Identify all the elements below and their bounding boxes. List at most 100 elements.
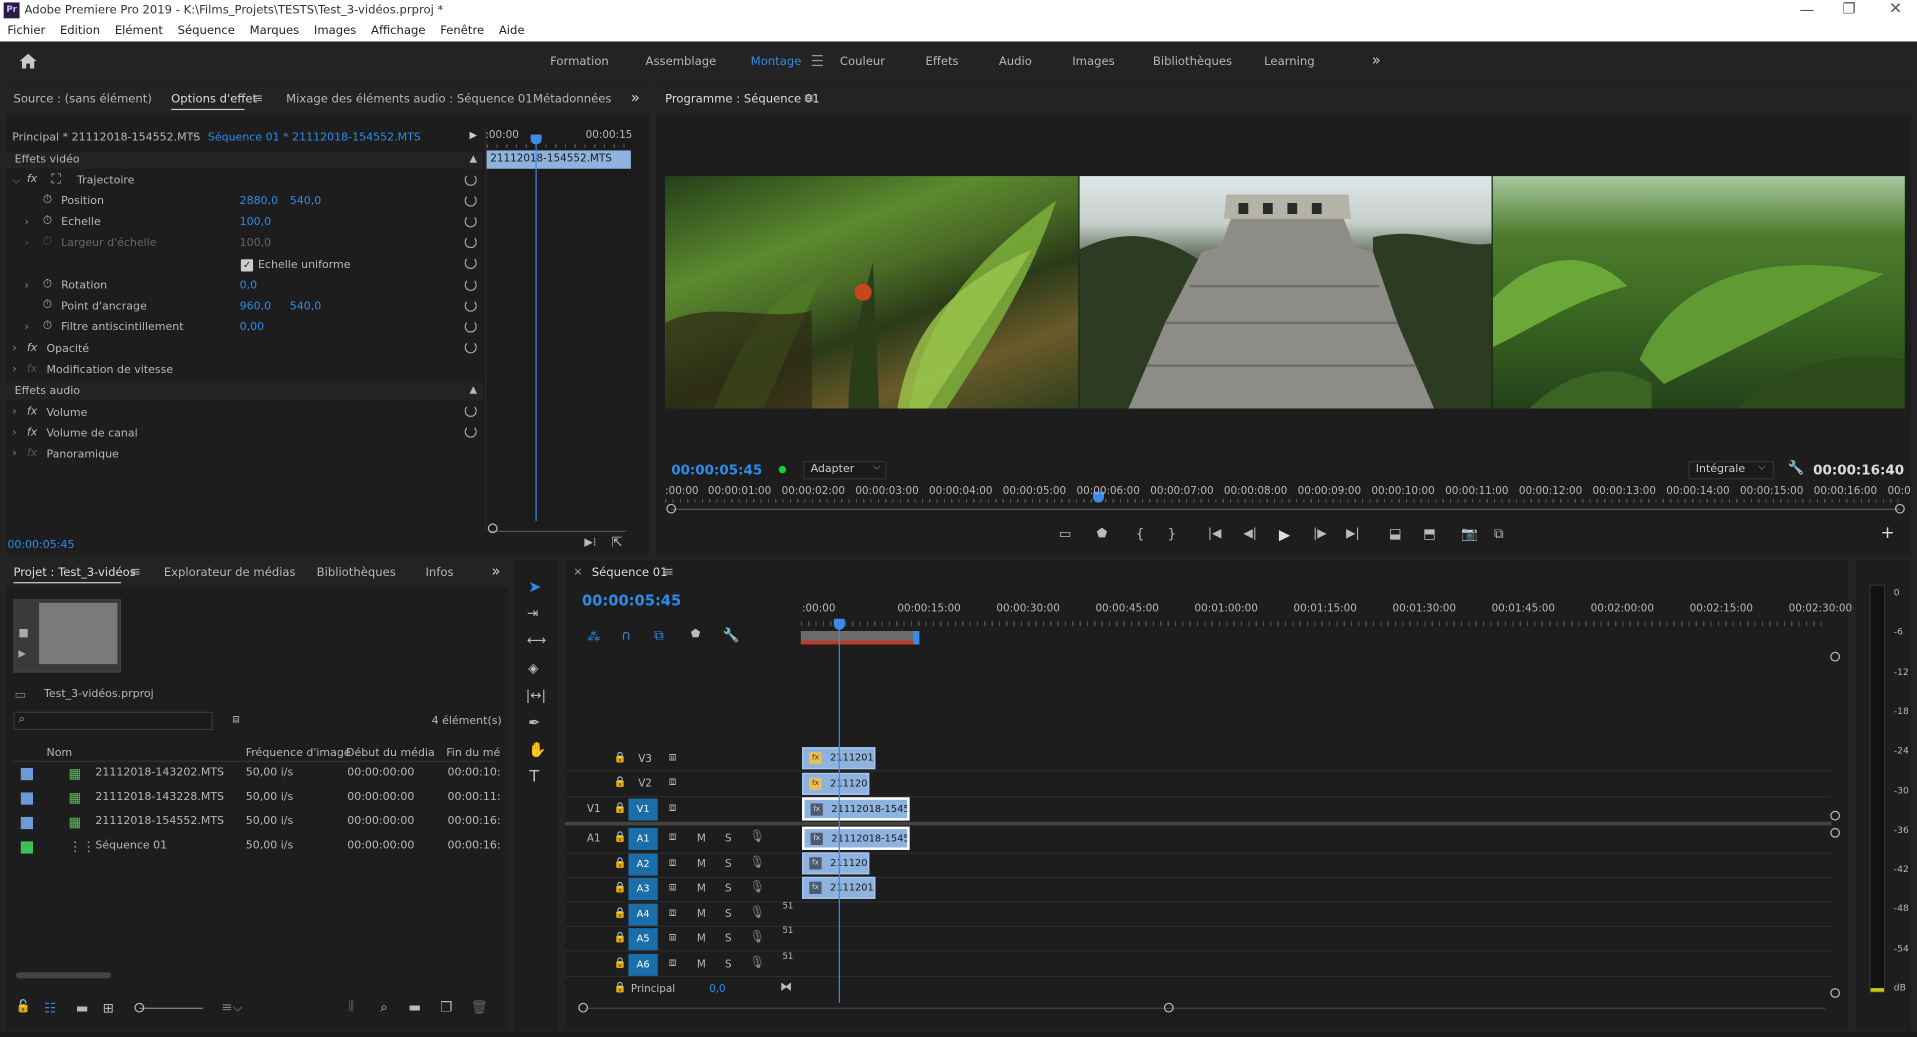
workspace-montage-menu-icon[interactable] xyxy=(811,55,823,67)
project-item-name[interactable]: 21112018-143228.MTS xyxy=(95,791,224,803)
fx-badge-icon[interactable]: fx xyxy=(27,406,37,418)
extract-icon[interactable]: ⬒ xyxy=(1423,526,1436,542)
tab-effect-options-menu-icon[interactable]: ≡ xyxy=(252,90,263,106)
selection-tool-icon[interactable]: ➤ xyxy=(528,578,541,596)
fx-badge-icon[interactable]: fx xyxy=(27,174,37,186)
toggle-output-icon[interactable]: ⧈ xyxy=(669,931,677,944)
razor-tool-icon[interactable]: ◈ xyxy=(528,660,538,676)
add-marker-icon[interactable]: ⬟ xyxy=(691,629,701,641)
stopwatch-icon[interactable]: ⏱ xyxy=(43,298,53,311)
lock-icon[interactable]: 🔒 xyxy=(614,957,627,969)
clip-v2[interactable]: fx 2111201 xyxy=(802,772,870,795)
toggle-output-icon[interactable]: ⧈ xyxy=(669,956,677,969)
lock-icon[interactable]: 🔒 xyxy=(614,777,627,789)
menu-aide[interactable]: Aide xyxy=(499,24,525,39)
mute-button[interactable]: M xyxy=(697,958,706,970)
stopwatch-icon[interactable]: ⏱ xyxy=(43,193,53,206)
param-position-y[interactable]: 540,0 xyxy=(290,196,322,208)
ripple-edit-tool-icon[interactable]: ⟷ xyxy=(527,632,546,648)
lock-icon[interactable]: 🔒 xyxy=(614,932,627,944)
microphone-icon[interactable]: 🎙 xyxy=(749,956,765,969)
lock-icon[interactable]: 🔒 xyxy=(614,907,627,919)
clip-a1[interactable]: fx 21112018-154552 xyxy=(802,826,910,850)
menu-fenetre[interactable]: Fenêtre xyxy=(440,24,484,39)
step-forward-icon[interactable]: |▶ xyxy=(1313,527,1327,540)
track-v3-label[interactable]: V3 xyxy=(638,753,652,765)
home-icon[interactable] xyxy=(18,53,38,70)
toggle-output-icon[interactable]: ⧈ xyxy=(669,775,677,788)
work-area-end-handle[interactable] xyxy=(913,631,920,645)
timeline-menu-icon[interactable]: ≡ xyxy=(663,564,674,580)
microphone-icon[interactable]: 🎙 xyxy=(749,855,765,868)
expand-chevron-icon[interactable]: › xyxy=(12,427,16,439)
col-name[interactable]: Nom xyxy=(46,747,72,759)
scroll-handle[interactable] xyxy=(1830,827,1841,838)
close-button[interactable]: ✕ xyxy=(1889,0,1902,18)
reset-icon[interactable] xyxy=(464,404,477,418)
mute-button[interactable]: M xyxy=(697,883,706,895)
insert-sequence-icon[interactable]: ⧉ xyxy=(654,627,664,644)
linked-selection-icon[interactable]: ∩ xyxy=(621,627,631,643)
workspace-formation[interactable]: Formation xyxy=(550,55,609,68)
scroll-handle[interactable] xyxy=(487,523,498,534)
param-position-x[interactable]: 2880,0 xyxy=(240,196,279,208)
type-tool-icon[interactable]: T xyxy=(529,768,539,786)
sort-icon[interactable]: ≡⌵ xyxy=(221,999,242,1016)
solo-button[interactable]: S xyxy=(725,858,732,870)
solo-button[interactable]: S xyxy=(725,908,732,920)
workspace-bibliotheques[interactable]: Bibliothèques xyxy=(1153,55,1232,68)
track-a6-label[interactable]: A6 xyxy=(628,953,658,976)
timeline-playhead-handle[interactable] xyxy=(833,618,845,630)
expand-chevron-icon[interactable]: › xyxy=(12,342,16,354)
add-button-icon[interactable]: + xyxy=(1880,523,1894,543)
lock-icon[interactable]: 🔒 xyxy=(614,882,627,894)
program-monitor-title[interactable]: Programme : Séquence 01 xyxy=(665,93,820,106)
toggle-output-icon[interactable]: ⧈ xyxy=(669,906,677,919)
scroll-handle[interactable] xyxy=(1163,1002,1174,1013)
microphone-icon[interactable]: 🎙 xyxy=(749,880,765,893)
go-to-end-icon[interactable]: ⧓ xyxy=(780,981,792,994)
tab-libraries[interactable]: Bibliothèques xyxy=(317,566,396,579)
expand-chevron-icon[interactable]: › xyxy=(12,406,16,418)
tab-media-browser[interactable]: Explorateur de médias xyxy=(164,566,296,579)
reset-icon[interactable] xyxy=(464,256,477,270)
play-only-icon[interactable]: ▶ xyxy=(469,130,477,141)
scroll-handle[interactable] xyxy=(1830,988,1841,998)
clip-a2[interactable]: fx 2111201 xyxy=(802,852,870,875)
reset-icon[interactable] xyxy=(464,341,477,354)
project-item-name[interactable]: Séquence 01 xyxy=(95,840,167,852)
param-rotation-value[interactable]: 0,0 xyxy=(240,280,258,292)
safe-margins-icon[interactable]: ▭ xyxy=(1059,526,1072,542)
new-item-icon[interactable]: ❒ xyxy=(440,999,452,1015)
stopwatch-icon[interactable]: ⏱ xyxy=(43,278,53,291)
add-marker-icon[interactable]: ⬟ xyxy=(1097,527,1108,540)
mute-button[interactable]: M xyxy=(697,858,706,870)
toggle-output-icon[interactable]: ⧈ xyxy=(669,830,677,843)
transform-icon[interactable]: ⛶ xyxy=(51,171,60,188)
scroll-handle[interactable] xyxy=(578,1002,589,1013)
track-a4-label[interactable]: A4 xyxy=(628,903,658,926)
project-item-name[interactable]: 21112018-154552.MTS xyxy=(95,816,224,828)
go-to-in-icon[interactable]: |◀ xyxy=(1208,527,1222,540)
icon-view-icon[interactable]: ▬ xyxy=(76,1000,89,1016)
lock-icon[interactable]: 🔒 xyxy=(614,857,627,869)
menu-element[interactable]: Elément xyxy=(115,24,163,39)
collapse-up-icon[interactable]: ▲ xyxy=(469,153,477,164)
microphone-icon[interactable]: 🎙 xyxy=(749,931,765,944)
param-ancrage-x[interactable]: 960,0 xyxy=(240,301,272,313)
label-color-swatch[interactable] xyxy=(20,767,34,781)
menu-edition[interactable]: Edition xyxy=(60,24,100,39)
lock-icon[interactable]: 🔒 xyxy=(614,752,627,764)
label-color-swatch[interactable] xyxy=(20,792,34,805)
minimize-button[interactable]: — xyxy=(1800,1,1815,18)
solo-button[interactable]: S xyxy=(725,933,732,945)
col-end[interactable]: Fin du mé xyxy=(446,747,500,759)
toggle-output-icon[interactable]: ⧈ xyxy=(669,751,677,764)
lock-icon[interactable]: 🔓 xyxy=(16,1000,31,1013)
find-icon[interactable]: ⌕ xyxy=(380,999,388,1016)
more-workspaces-icon[interactable]: » xyxy=(1372,51,1381,68)
workspace-learning[interactable]: Learning xyxy=(1264,55,1314,68)
zoom-slider[interactable] xyxy=(139,1007,203,1009)
toggle-output-icon[interactable]: ⧈ xyxy=(669,880,677,893)
reset-icon[interactable] xyxy=(464,236,477,249)
